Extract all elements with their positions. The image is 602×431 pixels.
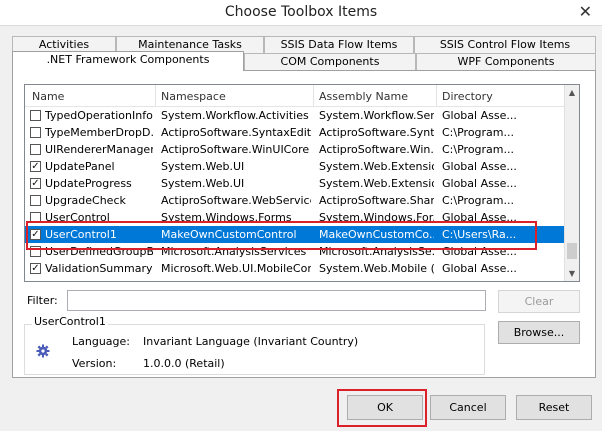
- cell-namespace: System.Web.UI: [161, 160, 245, 173]
- filter-label: Filter:: [27, 294, 58, 307]
- list-header: Name Namespace Assembly Name Directory: [25, 85, 565, 107]
- highlight-box-ok-button: [337, 389, 427, 427]
- cell-assembly: System.Web.Extensio...: [319, 177, 434, 190]
- list-item[interactable]: TypedOperationInfo System.Workflow.Activi…: [25, 107, 565, 124]
- cell-assembly: System.Web.Extensio...: [319, 160, 434, 173]
- components-list[interactable]: Name Namespace Assembly Name Directory T…: [24, 84, 580, 282]
- highlight-box-selected-row: [26, 221, 537, 250]
- cancel-button[interactable]: Cancel: [430, 395, 506, 420]
- tab-ssis-data-flow-items[interactable]: SSIS Data Flow Items: [264, 36, 414, 53]
- cell-name: UpgradeCheck: [45, 194, 126, 207]
- version-value: 1.0.0.0 (Retail): [143, 357, 225, 370]
- vertical-scrollbar[interactable]: ▲ ▼: [564, 85, 579, 281]
- title-bar: Choose Toolbox Items ✕: [0, 0, 602, 26]
- cell-namespace: ActiproSoftware.SyntaxEditor...: [161, 126, 311, 139]
- checkbox-checked[interactable]: ✓: [30, 178, 41, 189]
- tab-com-components[interactable]: COM Components: [244, 53, 416, 70]
- tab-wpf-components[interactable]: WPF Components: [416, 53, 596, 70]
- list-item[interactable]: UIRendererManager ActiproSoftware.WinUICo…: [25, 141, 565, 158]
- list-item[interactable]: ✓ UpdateProgress System.Web.UI System.Web.E…: [25, 175, 565, 192]
- cell-name: ValidationSummary: [45, 262, 153, 275]
- cell-directory: Global Asse...: [442, 177, 517, 190]
- list-item[interactable]: TypeMemberDropD... ActiproSoftware.Syntax…: [25, 124, 565, 141]
- cell-directory: Global Asse...: [442, 262, 517, 275]
- version-label: Version:: [72, 357, 117, 370]
- cell-name: TypeMemberDropD...: [45, 126, 153, 139]
- checkbox[interactable]: [30, 195, 41, 206]
- column-header-assembly-name[interactable]: Assembly Name: [319, 90, 408, 103]
- reset-button[interactable]: Reset: [516, 395, 592, 420]
- cell-directory: C:\Program...: [442, 194, 514, 207]
- cell-name: UpdatePanel: [45, 160, 115, 173]
- list-item[interactable]: UpgradeCheck ActiproSoftware.WebServices A…: [25, 192, 565, 209]
- cell-directory: C:\Program...: [442, 143, 514, 156]
- cell-assembly: System.Workflow.Servi...: [319, 109, 434, 122]
- gear-icon: [36, 344, 50, 358]
- cell-name: UIRendererManager: [45, 143, 153, 156]
- cell-directory: Global Asse...: [442, 160, 517, 173]
- cell-assembly: ActiproSoftware.Win...: [319, 143, 434, 156]
- cell-namespace: System.Web.UI: [161, 177, 245, 190]
- close-icon[interactable]: ✕: [579, 2, 592, 21]
- scroll-up-icon[interactable]: ▲: [565, 85, 579, 100]
- cell-directory: C:\Program...: [442, 126, 514, 139]
- list-item[interactable]: ✓ UpdatePanel System.Web.UI System.Web.Exte…: [25, 158, 565, 175]
- browse-button[interactable]: Browse...: [498, 321, 580, 344]
- list-item[interactable]: ✓ ValidationSummary Microsoft.Web.UI.Mobil…: [25, 260, 565, 277]
- column-header-name[interactable]: Name: [32, 90, 64, 103]
- scroll-thumb[interactable]: [567, 243, 577, 259]
- cell-assembly: System.Web.Mobile (...: [319, 262, 434, 275]
- tab-ssis-control-flow-items[interactable]: SSIS Control Flow Items: [414, 36, 596, 53]
- cell-assembly: ActiproSoftware.Synt...: [319, 126, 434, 139]
- cell-namespace: ActiproSoftware.WinUICore: [161, 143, 310, 156]
- window-title: Choose Toolbox Items: [224, 4, 378, 20]
- cell-namespace: Microsoft.Web.UI.MobileContr...: [161, 262, 311, 275]
- column-header-directory[interactable]: Directory: [442, 90, 493, 103]
- scroll-down-icon[interactable]: ▼: [565, 266, 579, 281]
- language-label: Language:: [72, 335, 130, 348]
- tab-net-framework-components[interactable]: .NET Framework Components: [12, 51, 244, 71]
- cell-namespace: System.Workflow.Activities: [161, 109, 309, 122]
- language-value: Invariant Language (Invariant Country): [143, 335, 359, 348]
- cell-name: UpdateProgress: [45, 177, 132, 190]
- checkbox-checked[interactable]: ✓: [30, 263, 41, 274]
- filter-input[interactable]: [67, 290, 486, 311]
- clear-button[interactable]: Clear: [498, 290, 580, 313]
- checkbox[interactable]: [30, 127, 41, 138]
- checkbox-checked[interactable]: ✓: [30, 161, 41, 172]
- cell-assembly: ActiproSoftware.Shar...: [319, 194, 434, 207]
- cell-name: TypedOperationInfo: [45, 109, 153, 122]
- cell-namespace: ActiproSoftware.WebServices: [161, 194, 311, 207]
- details-group-title: UserControl1: [32, 315, 108, 328]
- checkbox[interactable]: [30, 110, 41, 121]
- column-header-namespace[interactable]: Namespace: [161, 90, 226, 103]
- checkbox[interactable]: [30, 144, 41, 155]
- cell-directory: Global Asse...: [442, 109, 517, 122]
